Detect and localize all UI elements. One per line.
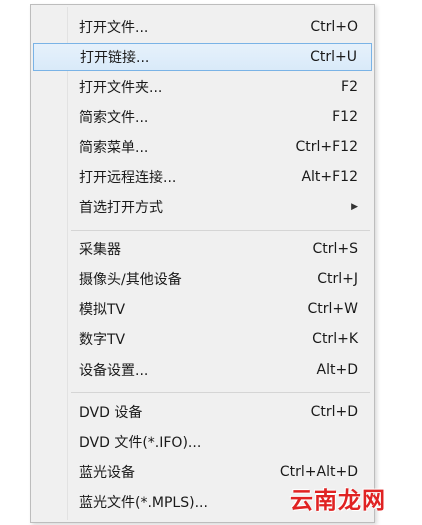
submenu-arrow-icon: ▶ bbox=[351, 202, 358, 212]
menu-item-label: 模拟TV bbox=[79, 302, 126, 318]
menu-item-label: 首选打开方式 bbox=[79, 200, 163, 216]
menu-item-shortcut: Ctrl+D bbox=[310, 404, 358, 420]
context-menu: 打开文件... Ctrl+O 打开链接... Ctrl+U 打开文件夹... F… bbox=[30, 4, 375, 523]
menu-item-shortcut: Ctrl+O bbox=[310, 19, 358, 35]
menu-item-dvd-device[interactable]: DVD 设备 Ctrl+D bbox=[33, 398, 372, 426]
menu-item-label: 采集器 bbox=[79, 242, 121, 258]
menu-item-label: 摄像头/其他设备 bbox=[79, 272, 182, 288]
menu-item-shortcut: Ctrl+S bbox=[312, 241, 358, 257]
site-watermark: 云南龙网 bbox=[290, 487, 386, 514]
menu-item-preferred-open[interactable]: 首选打开方式 ▶ bbox=[33, 193, 372, 221]
menu-item-label: 数字TV bbox=[79, 332, 126, 348]
menu-item-label: 简索菜单... bbox=[79, 140, 149, 156]
menu-item-shortcut: Ctrl+K bbox=[312, 331, 358, 347]
menu-item-label: 打开链接... bbox=[80, 50, 150, 66]
menu-item-search-menu[interactable]: 简索菜单... Ctrl+F12 bbox=[33, 133, 372, 161]
menu-item-shortcut: F2 bbox=[341, 79, 358, 95]
menu-item-analog-tv[interactable]: 模拟TV Ctrl+W bbox=[33, 295, 372, 323]
menu-item-label: DVD 文件(*.IFO)... bbox=[79, 435, 202, 451]
menu-item-shortcut: Ctrl+U bbox=[310, 49, 357, 65]
menu-item-device-settings[interactable]: 设备设置... Alt+D bbox=[33, 356, 372, 384]
menu-item-shortcut: Alt+F12 bbox=[301, 169, 358, 185]
menu-item-digital-tv[interactable]: 数字TV Ctrl+K bbox=[33, 325, 372, 353]
menu-separator bbox=[71, 230, 370, 231]
menu-item-open-file[interactable]: 打开文件... Ctrl+O bbox=[33, 13, 372, 41]
menu-item-shortcut: Alt+D bbox=[316, 362, 358, 378]
menu-item-label: 打开文件夹... bbox=[79, 80, 163, 96]
menu-item-shortcut: Ctrl+F12 bbox=[295, 139, 358, 155]
menu-item-label: 蓝光设备 bbox=[79, 465, 135, 481]
menu-item-label: 简索文件... bbox=[79, 110, 149, 126]
menu-item-shortcut: Ctrl+Alt+D bbox=[279, 464, 358, 480]
menu-item-capturer[interactable]: 采集器 Ctrl+S bbox=[33, 235, 372, 263]
menu-separator bbox=[71, 392, 370, 393]
menu-item-label: 设备设置... bbox=[79, 363, 149, 379]
menu-item-label: 蓝光文件(*.MPLS)... bbox=[79, 495, 208, 511]
menu-item-open-remote[interactable]: 打开远程连接... Alt+F12 bbox=[33, 163, 372, 191]
menu-item-open-link[interactable]: 打开链接... Ctrl+U bbox=[33, 43, 372, 71]
menu-item-open-folder[interactable]: 打开文件夹... F2 bbox=[33, 73, 372, 101]
menu-item-shortcut: F12 bbox=[332, 109, 358, 125]
menu-item-shortcut: Ctrl+W bbox=[307, 301, 358, 317]
menu-item-dvd-file[interactable]: DVD 文件(*.IFO)... bbox=[33, 428, 372, 456]
menu-item-search-file[interactable]: 简索文件... F12 bbox=[33, 103, 372, 131]
menu-item-camera[interactable]: 摄像头/其他设备 Ctrl+J bbox=[33, 265, 372, 293]
menu-item-shortcut: Ctrl+J bbox=[317, 271, 358, 287]
menu-item-label: 打开文件... bbox=[79, 20, 149, 36]
menu-item-label: 打开远程连接... bbox=[79, 170, 177, 186]
menu-item-label: DVD 设备 bbox=[79, 405, 143, 421]
